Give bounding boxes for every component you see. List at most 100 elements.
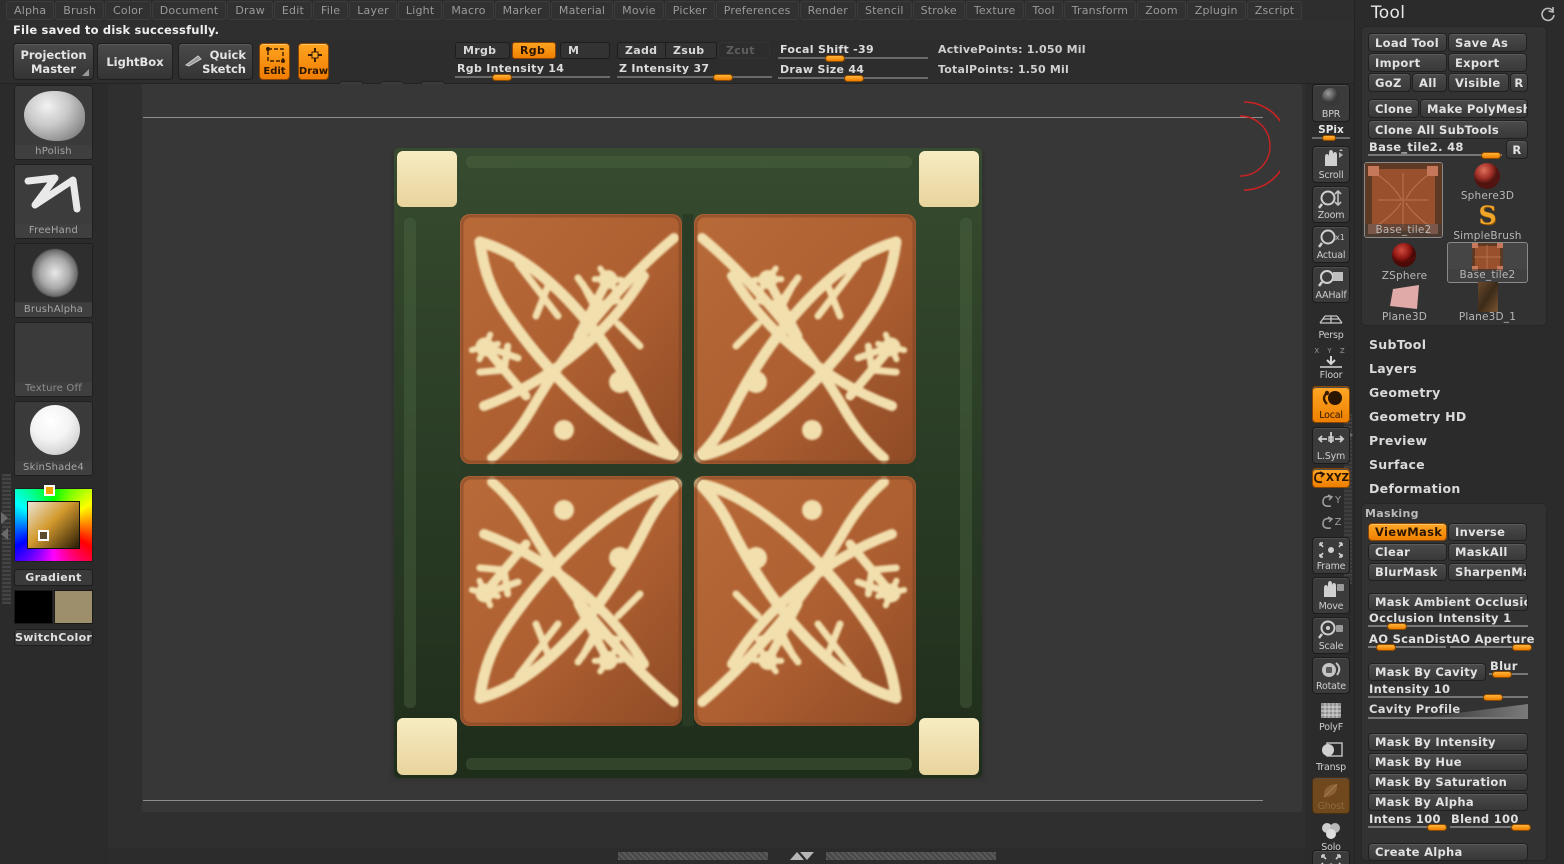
bpr-button[interactable]: BPR	[1312, 84, 1350, 122]
frame-button[interactable]: Frame	[1312, 537, 1350, 574]
transp-button[interactable]: Transp	[1312, 737, 1350, 774]
menu-item-texture[interactable]: Texture	[965, 1, 1024, 20]
make-polymesh3d-button[interactable]: Make PolyMesh3D	[1420, 99, 1528, 118]
menu-item-render[interactable]: Render	[799, 1, 856, 20]
export-button[interactable]: Export	[1448, 53, 1527, 72]
import-button[interactable]: Import	[1368, 53, 1447, 72]
alpha-swatch[interactable]: BrushAlpha	[14, 243, 93, 318]
m-button[interactable]: M	[560, 42, 610, 59]
menu-item-stroke[interactable]: Stroke	[912, 1, 965, 20]
intens-knob[interactable]	[1427, 824, 1448, 831]
left-collapse-arrow-icon[interactable]	[1, 528, 8, 540]
aahalf-button[interactable]: AAHalf	[1312, 266, 1350, 303]
section-subtool[interactable]: SubTool	[1369, 337, 1426, 352]
create-alpha-button[interactable]: Create Alpha	[1368, 843, 1528, 861]
canvas-area[interactable]	[108, 84, 1305, 848]
persp-button[interactable]: Persp	[1312, 306, 1350, 342]
section-layers[interactable]: Layers	[1369, 361, 1417, 376]
lsym-button[interactable]: L.Sym	[1312, 427, 1350, 464]
blur-knob[interactable]	[1492, 671, 1513, 678]
move-shelf-button[interactable]: Move	[1312, 577, 1350, 614]
mask-all-button[interactable]: MaskAll	[1448, 543, 1527, 561]
draw-button[interactable]: Draw	[298, 43, 329, 80]
menu-item-macro[interactable]: Macro	[443, 1, 494, 20]
menu-item-tool[interactable]: Tool	[1024, 1, 1063, 20]
document-canvas[interactable]	[142, 84, 1302, 812]
intens-slider[interactable]: Intens 100	[1368, 812, 1448, 831]
spix-knob[interactable]	[1321, 135, 1336, 141]
mrgb-button[interactable]: Mrgb	[455, 42, 510, 59]
tool-thumb-simplebrush[interactable]: S SimpleBrush	[1447, 202, 1528, 242]
section-geometry-hd[interactable]: Geometry HD	[1369, 409, 1467, 424]
edit-button[interactable]: Edit	[259, 43, 290, 80]
zcut-button[interactable]: Zcut	[718, 42, 770, 59]
scroll-left-segment[interactable]	[618, 852, 768, 860]
menu-item-transform[interactable]: Transform	[1063, 1, 1137, 20]
menu-item-zscript[interactable]: Zscript	[1246, 1, 1303, 20]
rotate-shelf-button[interactable]: Rotate	[1312, 657, 1350, 694]
zadd-button[interactable]: Zadd	[617, 42, 669, 59]
menu-item-layer[interactable]: Layer	[349, 1, 397, 20]
fit-button[interactable]	[1312, 850, 1350, 864]
mask-ambient-occlusion-button[interactable]: Mask Ambient Occlusion	[1368, 593, 1528, 611]
rgb-intensity-knob[interactable]	[492, 74, 513, 81]
tool-thumb-base-tile2-alt[interactable]: Base_tile2	[1447, 242, 1528, 283]
floor-button[interactable]: X Y Z Floor	[1312, 344, 1350, 382]
menu-item-preferences[interactable]: Preferences	[715, 1, 799, 20]
blur-mask-button[interactable]: BlurMask	[1368, 563, 1447, 581]
mask-by-intensity-button[interactable]: Mask By Intensity	[1368, 733, 1528, 751]
menu-item-brush[interactable]: Brush	[55, 1, 105, 20]
menu-item-zoom[interactable]: Zoom	[1137, 1, 1186, 20]
main-color-swatch[interactable]	[14, 590, 53, 624]
scale-shelf-button[interactable]: Scale	[1312, 617, 1350, 654]
tool-thumb-plane3d-1[interactable]: Plane3D_1	[1447, 282, 1528, 324]
save-as-button[interactable]: Save As	[1448, 33, 1527, 52]
scroll-right-segment[interactable]	[826, 852, 996, 860]
tool-thumb-zsphere[interactable]: ZSphere	[1364, 242, 1445, 282]
sharpen-mask-button[interactable]: SharpenMask	[1448, 563, 1527, 581]
viewmask-button[interactable]: ViewMask	[1368, 523, 1447, 541]
gradient-button[interactable]: Gradient	[14, 569, 93, 586]
draw-size-slider[interactable]: Draw Size 44	[778, 63, 928, 82]
menu-item-file[interactable]: File	[313, 1, 349, 20]
scroll-up-down-arrows-icon[interactable]	[780, 849, 820, 863]
stroke-swatch[interactable]: FreeHand	[14, 164, 93, 239]
menu-item-edit[interactable]: Edit	[273, 1, 312, 20]
section-geometry[interactable]: Geometry	[1369, 385, 1441, 400]
brush-swatch[interactable]: hPolish	[14, 85, 93, 160]
draw-size-knob[interactable]	[844, 75, 864, 82]
cavity-intensity-knob[interactable]	[1483, 694, 1504, 701]
polyf-button[interactable]: PolyF	[1312, 697, 1350, 734]
mask-by-hue-button[interactable]: Mask By Hue	[1368, 753, 1528, 771]
z-intensity-slider[interactable]: Z Intensity 37	[617, 62, 772, 81]
menu-item-document[interactable]: Document	[151, 1, 227, 20]
tool-thumb-sphere3d[interactable]: Sphere3D	[1447, 162, 1528, 202]
spix-slider[interactable]: SPix	[1312, 124, 1350, 141]
color-picker[interactable]	[14, 485, 93, 562]
section-preview[interactable]: Preview	[1369, 433, 1427, 448]
occlusion-intensity-slider[interactable]: Occlusion Intensity 1	[1368, 611, 1528, 630]
section-surface[interactable]: Surface	[1369, 457, 1425, 472]
clone-button[interactable]: Clone	[1368, 99, 1419, 118]
menu-item-material[interactable]: Material	[550, 1, 614, 20]
mask-by-cavity-button[interactable]: Mask By Cavity	[1368, 663, 1486, 681]
tool-item-slider-knob[interactable]	[1480, 152, 1501, 159]
canvas-bottom-scrollbar[interactable]	[108, 848, 1306, 864]
inverse-button[interactable]: Inverse	[1448, 523, 1527, 541]
blend-knob[interactable]	[1510, 824, 1531, 831]
refresh-icon[interactable]	[1540, 6, 1556, 22]
mask-by-saturation-button[interactable]: Mask By Saturation	[1368, 773, 1528, 791]
rgb-button[interactable]: Rgb	[512, 42, 556, 59]
z-rotate-button[interactable]: Z	[1312, 512, 1350, 534]
y-rotate-button[interactable]: Y	[1312, 490, 1350, 512]
blur-slider[interactable]: Blur	[1489, 659, 1528, 678]
left-expand-arrow-icon[interactable]	[1, 512, 8, 524]
texture-swatch[interactable]: Texture Off	[14, 322, 93, 397]
menu-item-light[interactable]: Light	[397, 1, 443, 20]
load-tool-button[interactable]: Load Tool	[1368, 33, 1447, 52]
menu-item-movie[interactable]: Movie	[614, 1, 664, 20]
tool-item-slider[interactable]: Base_tile2. 48	[1368, 140, 1502, 159]
solo-button[interactable]: Solo	[1312, 817, 1350, 854]
tool-thumb-base-tile2[interactable]: Base_tile2	[1364, 162, 1443, 238]
secondary-color-swatch[interactable]	[54, 590, 93, 624]
